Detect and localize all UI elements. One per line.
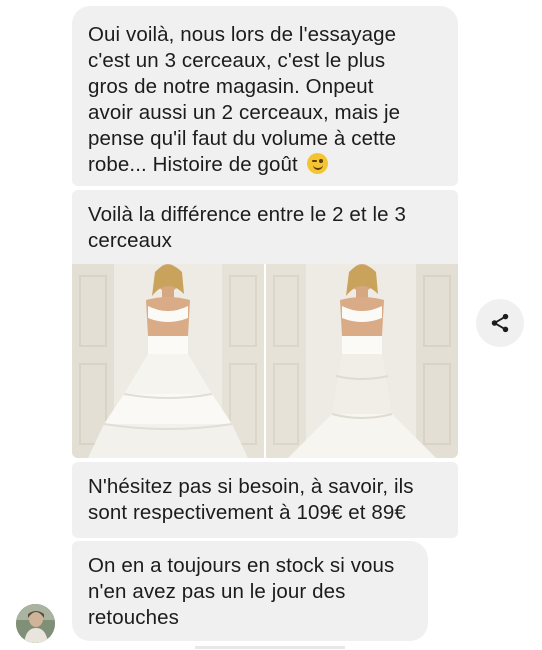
bottom-divider (195, 646, 345, 649)
message-line: sont respectivement à 109€ et 89€ (88, 501, 406, 524)
share-icon (491, 313, 509, 333)
message-line: On en a toujours en stock si vous (88, 554, 395, 577)
message-line: Voilà la différence entre le 2 et le 3 (88, 203, 406, 226)
petticoat-2-hoops-photo[interactable] (266, 264, 458, 458)
message-bubble-1[interactable]: Oui voilà, nous lors de l'essayage c'est… (72, 6, 458, 186)
photo-attachments (72, 264, 458, 458)
message-line: cerceaux (88, 229, 172, 252)
message-line: c'est un 3 cerceaux, c'est le plus (88, 49, 386, 72)
message-line: gros de notre magasin. Onpeut (88, 75, 374, 98)
message-line: pense qu'il faut du volume à cette (88, 127, 397, 150)
message-line: robe... Histoire de goût (88, 153, 298, 176)
message-line: retouches (88, 606, 179, 629)
sender-avatar[interactable] (16, 604, 55, 643)
message-bubble-2[interactable]: Voilà la différence entre le 2 et le 3 c… (72, 190, 458, 264)
message-line: Oui voilà, nous lors de l'essayage (88, 23, 397, 46)
message-line: n'en avez pas un le jour des (88, 580, 346, 603)
winking-face-icon (306, 153, 328, 174)
message-line: N'hésitez pas si besoin, à savoir, ils (88, 475, 414, 498)
message-bubble-4[interactable]: On en a toujours en stock si vous n'en a… (72, 541, 428, 641)
message-line: avoir aussi un 2 cerceaux, mais je (88, 101, 401, 124)
message-bubble-3[interactable]: N'hésitez pas si besoin, à savoir, ils s… (72, 462, 458, 538)
share-button[interactable] (476, 299, 524, 347)
petticoat-3-hoops-photo[interactable] (72, 264, 264, 458)
